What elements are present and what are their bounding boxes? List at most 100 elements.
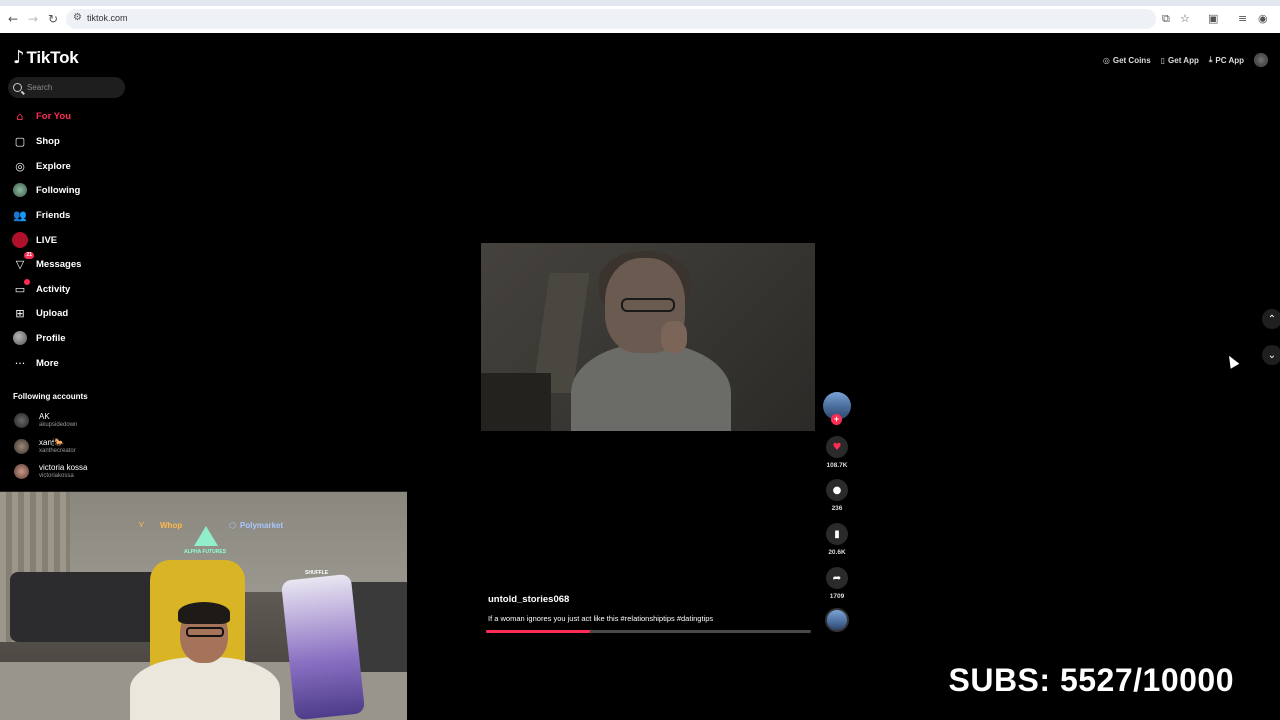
comment-icon: ● [826, 479, 848, 501]
address-bar[interactable] [66, 9, 1156, 29]
following-accounts-heading: Following accounts [13, 392, 88, 401]
next-video-button[interactable]: ⌄ [1262, 345, 1280, 365]
share-button[interactable]: ➦ 1709 [823, 567, 851, 600]
chevron-up-icon: ⌃ [1267, 313, 1277, 325]
search-input[interactable]: Search [8, 77, 125, 98]
live-icon [12, 232, 28, 248]
user-avatar[interactable] [1254, 53, 1268, 67]
tiktok-logo[interactable]: ♪ TikTok [13, 47, 79, 68]
media-icon[interactable]: ≡ [1238, 12, 1247, 25]
url-text[interactable]: tiktok.com [87, 13, 128, 23]
account-name: AK [39, 412, 50, 421]
browser-chrome: ← → ↻ ⚙ tiktok.com ⧉ ☆ ▣ ≡ ◉ [0, 0, 1280, 33]
heart-icon: ♥ [826, 436, 848, 458]
forward-icon[interactable]: → [28, 12, 38, 26]
share-icon: ➦ [826, 567, 848, 589]
bookmark-star-icon[interactable]: ☆ [1180, 12, 1190, 25]
account-name: xan🕯🐎 [39, 438, 65, 447]
save-button[interactable]: ▮ 20.6K [823, 523, 851, 556]
share-count: 1709 [829, 593, 845, 600]
brand-name: TikTok [26, 47, 79, 67]
compass-icon: ◎ [15, 159, 25, 173]
coin-icon: ◎ [1102, 55, 1110, 65]
creator-avatar: + [823, 392, 851, 425]
account-username: xanthecreator [39, 448, 76, 454]
video-progress-bar[interactable] [486, 630, 811, 633]
sidebar-item-label: Upload [36, 307, 69, 319]
follow-plus-icon[interactable]: + [831, 414, 842, 425]
sidebar-item-label: LIVE [36, 234, 58, 246]
tab-strip [0, 0, 1280, 6]
sidebar-item-label: Following [36, 184, 81, 196]
sidebar-item-label: Profile [36, 332, 66, 344]
pc-app-button[interactable]: ⤓ PC App [1209, 55, 1244, 65]
sidebar-item-label: For You [36, 110, 72, 122]
video-progress-fill [486, 630, 590, 633]
search-icon [13, 83, 22, 92]
account-avatar [14, 439, 29, 454]
previous-video-button[interactable]: ⌃ [1262, 309, 1280, 329]
sidebar-item-following[interactable]: Following [12, 180, 132, 200]
music-disc-icon [825, 608, 849, 632]
inbox-icon: ▭ [12, 279, 30, 297]
sidebar-item-upload[interactable]: ⊞ Upload [12, 303, 132, 323]
sidebar-item-label: Activity [36, 283, 71, 295]
neon-whop: Whop [160, 521, 183, 530]
download-icon: ⤓ [1208, 55, 1213, 64]
profile-avatar-icon [12, 330, 28, 346]
streamer-webcam: ⋎ Whop ALPHA FUTURES ⬡ Polymarket SHUFFL… [0, 491, 407, 720]
extensions-icon[interactable]: ▣ [1208, 12, 1218, 25]
account-avatar [14, 464, 29, 479]
sidebar-item-activity[interactable]: ▭ Activity [12, 279, 132, 299]
sidebar-item-profile[interactable]: Profile [12, 328, 132, 348]
sidebar-item-for-you[interactable]: ⌂ For You [12, 106, 132, 126]
music-disc-button[interactable] [823, 608, 851, 632]
video-player[interactable] [481, 243, 815, 431]
sidebar-item-shop[interactable]: ▢ Shop [12, 131, 132, 151]
following-account[interactable]: victoria kossa victoriakossa [14, 463, 87, 480]
get-app-button[interactable]: ▯ Get App [1161, 56, 1199, 65]
whop-logo-icon: ⋎ [138, 520, 145, 530]
reload-icon[interactable]: ↻ [48, 12, 58, 26]
like-button[interactable]: ♥ 108.7K [823, 436, 851, 469]
back-icon[interactable]: ← [8, 12, 18, 26]
comment-button[interactable]: ● 236 [823, 479, 851, 512]
sidebar-item-live[interactable]: LIVE [12, 230, 132, 250]
sidebar-item-friends[interactable]: 👥 Friends [12, 205, 132, 225]
account-name: victoria kossa [39, 463, 88, 472]
following-account[interactable]: AK akupsidedown [14, 412, 77, 429]
video-caption: If a woman ignores you just act like thi… [488, 614, 714, 623]
more-dots-icon: ··· [14, 356, 26, 370]
sidebar-item-label: Shop [36, 135, 60, 147]
account-username: akupsidedown [39, 422, 78, 428]
mouse-cursor-icon [1224, 353, 1240, 369]
messages-badge: 21 [24, 252, 34, 259]
video-creator[interactable]: untold_stories068 [488, 594, 569, 605]
site-info-icon[interactable]: ⚙ [73, 12, 82, 23]
sidebar-item-label: More [36, 357, 59, 369]
following-account[interactable]: xan🕯🐎 xanthecreator [14, 438, 76, 455]
creator-avatar-button[interactable]: + [823, 392, 851, 425]
sidebar-item-label: Explore [36, 160, 71, 172]
search-placeholder: Search [27, 83, 53, 92]
activity-dot [24, 279, 30, 285]
get-coins-button[interactable]: ◎ Get Coins [1103, 56, 1151, 65]
subs-counter: SUBS: 5527/10000 [948, 662, 1234, 698]
like-count: 108.7K [826, 462, 848, 469]
sidebar-item-label: Messages [36, 258, 82, 270]
neon-polymarket: Polymarket [240, 521, 284, 530]
save-count: 20.6K [828, 549, 846, 556]
shop-icon: ▢ [14, 134, 26, 148]
bookmark-icon: ▮ [826, 523, 848, 545]
comment-count: 236 [831, 505, 843, 512]
install-icon[interactable]: ⧉ [1162, 12, 1170, 26]
phone-icon: ▯ [1160, 55, 1166, 65]
sidebar-item-more[interactable]: ··· More [12, 353, 132, 373]
sidebar-item-messages[interactable]: ▽ 21 Messages [12, 252, 132, 274]
following-avatar-icon [12, 182, 28, 198]
profile-icon[interactable]: ◉ [1258, 12, 1268, 25]
account-avatar [14, 413, 29, 428]
sidebar-item-explore[interactable]: ◎ Explore [12, 156, 132, 176]
sidebar-item-label: Friends [36, 209, 71, 221]
neon-shuffle: SHUFFLE [305, 570, 329, 576]
